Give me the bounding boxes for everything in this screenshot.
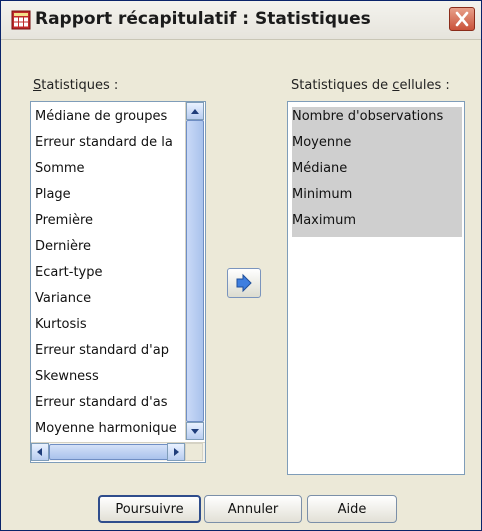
list-item[interactable]: Variance: [35, 286, 91, 312]
continue-button[interactable]: Poursuivre: [98, 495, 201, 523]
list-item[interactable]: Erreur standard de la: [35, 130, 173, 156]
list-item[interactable]: Ecart-type: [35, 260, 103, 286]
dialog-body: Statistiques : Médiane de groupes Erreur…: [1, 40, 481, 530]
list-item[interactable]: Moyenne harmonique: [35, 416, 177, 442]
list-item[interactable]: Plage: [35, 182, 71, 208]
scroll-corner: [185, 443, 203, 461]
list-item[interactable]: Somme: [35, 156, 85, 182]
list-item[interactable]: Médiane de groupes: [35, 104, 167, 130]
horizontal-scrollbar[interactable]: [31, 442, 205, 461]
vertical-scrollbar[interactable]: [185, 102, 204, 440]
scroll-left-button[interactable]: [31, 443, 49, 461]
list-item[interactable]: Erreur standard d'ap: [35, 338, 169, 364]
help-button[interactable]: Aide: [307, 495, 397, 523]
horizontal-scroll-thumb[interactable]: [49, 444, 169, 460]
cell-statistics-label: Statistiques de cellules :: [291, 78, 450, 93]
close-button[interactable]: [449, 7, 475, 31]
triangle-right-icon: [174, 448, 179, 456]
list-item[interactable]: Skewness: [35, 364, 99, 390]
scroll-up-button[interactable]: [186, 102, 204, 120]
list-item[interactable]: Minimum: [292, 182, 352, 208]
statistics-label: Statistiques :: [33, 78, 119, 93]
list-item[interactable]: Moyenne: [292, 130, 351, 156]
table-grid-icon: [11, 10, 31, 30]
move-button[interactable]: [227, 268, 261, 298]
scroll-down-button[interactable]: [186, 422, 204, 440]
list-item[interactable]: Maximum: [292, 208, 356, 234]
title-bar: Rapport récapitulatif : Statistiques: [1, 1, 481, 40]
arrow-right-icon: [236, 273, 252, 293]
cell-statistics-listbox[interactable]: Nombre d'observations Moyenne Médiane Mi…: [287, 101, 465, 475]
close-icon: [455, 11, 469, 27]
vertical-scroll-thumb[interactable]: [186, 120, 204, 422]
cancel-button[interactable]: Annuler: [204, 495, 302, 523]
triangle-down-icon: [191, 429, 199, 434]
list-item[interactable]: Première: [35, 208, 93, 234]
list-item[interactable]: Erreur standard d'as: [35, 390, 167, 416]
triangle-left-icon: [37, 448, 42, 456]
triangle-up-icon: [191, 109, 199, 114]
list-item[interactable]: Dernière: [35, 234, 91, 260]
list-item[interactable]: Kurtosis: [35, 312, 87, 338]
list-item[interactable]: Médiane: [292, 156, 347, 182]
list-item[interactable]: Nombre d'observations: [292, 104, 443, 130]
scroll-right-button[interactable]: [167, 443, 185, 461]
dialog-window: Rapport récapitulatif : Statistiques Sta…: [0, 0, 482, 531]
dialog-title: Rapport récapitulatif : Statistiques: [35, 9, 371, 29]
statistics-listbox[interactable]: Médiane de groupes Erreur standard de la…: [30, 101, 206, 463]
